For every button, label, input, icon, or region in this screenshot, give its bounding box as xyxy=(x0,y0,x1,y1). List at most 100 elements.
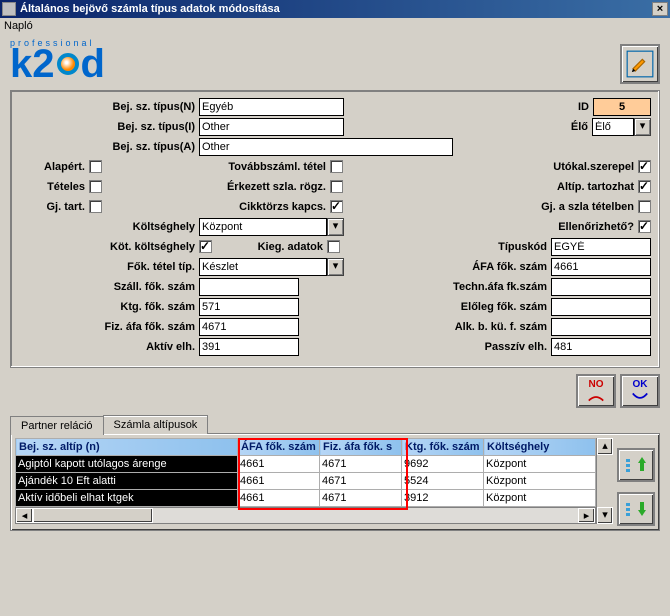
logo: professional k2d xyxy=(10,38,620,84)
label-bej-i: Bej. sz. típus(I) xyxy=(19,121,199,133)
filter-arrow-icon xyxy=(624,499,648,519)
scroll-left-icon[interactable]: ◂ xyxy=(16,508,33,523)
eloleg-fok-input[interactable] xyxy=(551,298,651,316)
scroll-right-icon[interactable]: ▸ xyxy=(578,508,595,523)
fok-tetel-select[interactable]: ▾ xyxy=(199,258,344,276)
dropdown-icon[interactable]: ▾ xyxy=(327,258,344,276)
label-ktg-fok: Ktg. fők. szám xyxy=(19,301,199,313)
col-afa[interactable]: ÁFA fők. szám xyxy=(238,439,320,456)
koltseghely-select[interactable]: ▾ xyxy=(199,218,344,236)
label-bej-a: Bej. sz. típus(A) xyxy=(19,141,199,153)
alk-b-input[interactable] xyxy=(551,318,651,336)
logo-row: professional k2d xyxy=(0,34,670,86)
kot-koltseghely-check[interactable] xyxy=(199,240,212,253)
label-tovabbszaml: Továbbszáml. tétel xyxy=(102,161,330,173)
cell-ktg[interactable]: 5524 xyxy=(402,473,484,490)
frown-icon xyxy=(587,390,605,404)
label-koltseghely: Költséghely xyxy=(19,221,199,233)
col-ktg[interactable]: Ktg. fők. szám xyxy=(402,439,484,456)
label-gj-tart: Gj. tart. xyxy=(19,201,89,213)
kieg-check[interactable] xyxy=(327,240,340,253)
tabstrip: Partner reláció Számla altípusok xyxy=(10,414,660,433)
label-gj-szla: Gj. a szla tételben xyxy=(541,201,638,213)
menu-log[interactable]: Napló xyxy=(4,20,33,32)
cell-hely[interactable]: Központ xyxy=(484,456,596,473)
utokal-check[interactable] xyxy=(638,160,651,173)
grid-panel: Bej. sz. altíp (n) ÁFA fők. szám Fiz. áf… xyxy=(10,433,660,531)
table-row[interactable]: Aktív időbeli elhat ktgek466146713912Köz… xyxy=(16,490,596,507)
scroll-up-icon[interactable]: ▴ xyxy=(597,438,613,455)
label-utokal: Utókal.szerepel xyxy=(553,161,638,173)
cell-hely[interactable]: Központ xyxy=(484,473,596,490)
menubar: Napló xyxy=(0,18,670,34)
bej-sz-tipus-a-input[interactable] xyxy=(199,138,453,156)
bej-sz-tipus-n-input[interactable] xyxy=(199,98,344,116)
close-button[interactable]: × xyxy=(652,2,668,16)
label-aktiv-elh: Aktív elh. xyxy=(19,341,199,353)
afa-fok-input[interactable] xyxy=(551,258,651,276)
tipuskod-input[interactable] xyxy=(551,238,651,256)
label-cikktorzs: Cikktörzs kapcs. xyxy=(102,201,330,213)
ellenor-check[interactable] xyxy=(638,220,651,233)
tab-altipusok[interactable]: Számla altípusok xyxy=(103,415,209,434)
scroll-down-icon[interactable]: ▾ xyxy=(597,507,613,524)
cell-name[interactable]: Agiptól kapott utólagos árenge xyxy=(16,456,238,473)
passziv-elh-input[interactable] xyxy=(551,338,651,356)
cikktorzs-check[interactable] xyxy=(330,200,343,213)
col-hely[interactable]: Költséghely xyxy=(484,439,596,456)
table-row[interactable]: Agiptól kapott utólagos árenge4661467196… xyxy=(16,456,596,473)
cell-fiz[interactable]: 4671 xyxy=(320,473,402,490)
edit-button[interactable] xyxy=(620,44,660,84)
cell-afa[interactable]: 4661 xyxy=(238,490,320,507)
label-tipuskod: Típuskód xyxy=(498,241,551,253)
label-id: ID xyxy=(578,101,593,113)
dropdown-icon[interactable]: ▾ xyxy=(327,218,344,236)
side-buttons xyxy=(617,438,655,526)
label-kieg: Kieg. adatok xyxy=(212,241,327,253)
col-fiz[interactable]: Fiz. áfa fők. s xyxy=(320,439,402,456)
vscrollbar[interactable]: ▴ ▾ xyxy=(596,438,613,524)
filter-up-button[interactable] xyxy=(617,448,655,482)
dropdown-icon[interactable]: ▾ xyxy=(634,118,651,136)
label-teteles: Tételes xyxy=(19,181,89,193)
label-eloleg-fok: Előleg fők. szám xyxy=(461,301,551,313)
erkezett-check[interactable] xyxy=(330,180,343,193)
cell-name[interactable]: Aktív időbeli elhat ktgek xyxy=(16,490,238,507)
cell-ktg[interactable]: 3912 xyxy=(402,490,484,507)
cell-name[interactable]: Ajándék 10 Eft alatti xyxy=(16,473,238,490)
label-ellenor: Ellenőrizhető? xyxy=(558,221,638,233)
cell-afa[interactable]: 4661 xyxy=(238,456,320,473)
label-bej-n: Bej. sz. típus(N) xyxy=(19,101,199,113)
id-value: 5 xyxy=(593,98,651,116)
cell-hely[interactable]: Központ xyxy=(484,490,596,507)
cell-afa[interactable]: 4661 xyxy=(238,473,320,490)
szall-fok-input[interactable] xyxy=(199,278,299,296)
alapert-check[interactable] xyxy=(89,160,102,173)
teteles-check[interactable] xyxy=(89,180,102,193)
window-title: Általános bejövő számla típus adatok mód… xyxy=(20,3,652,15)
cell-fiz[interactable]: 4671 xyxy=(320,456,402,473)
dialog-buttons: NO OK xyxy=(0,370,670,410)
hscrollbar[interactable]: ◂ ▸ xyxy=(15,507,596,524)
tovabbszaml-check[interactable] xyxy=(330,160,343,173)
ktg-fok-input[interactable] xyxy=(199,298,299,316)
cell-fiz[interactable]: 4671 xyxy=(320,490,402,507)
table-row[interactable]: Ajándék 10 Eft alatti466146715524Központ xyxy=(16,473,596,490)
gj-szla-check[interactable] xyxy=(638,200,651,213)
gj-tart-check[interactable] xyxy=(89,200,102,213)
filter-down-button[interactable] xyxy=(617,492,655,526)
filter-arrow-icon xyxy=(624,455,648,475)
aktiv-elh-input[interactable] xyxy=(199,338,299,356)
techn-afa-input[interactable] xyxy=(551,278,651,296)
elo-select[interactable]: ▾ xyxy=(592,118,651,136)
col-name[interactable]: Bej. sz. altíp (n) xyxy=(16,439,238,456)
label-alk-b: Alk. b. kü. f. szám xyxy=(455,321,551,333)
tab-partner[interactable]: Partner reláció xyxy=(10,416,104,435)
altip-tartozhat-check[interactable] xyxy=(638,180,651,193)
cell-ktg[interactable]: 9692 xyxy=(402,456,484,473)
fiz-afa-input[interactable] xyxy=(199,318,299,336)
app-icon xyxy=(2,2,16,16)
ok-button[interactable]: OK xyxy=(620,374,660,408)
no-button[interactable]: NO xyxy=(576,374,616,408)
bej-sz-tipus-i-input[interactable] xyxy=(199,118,344,136)
